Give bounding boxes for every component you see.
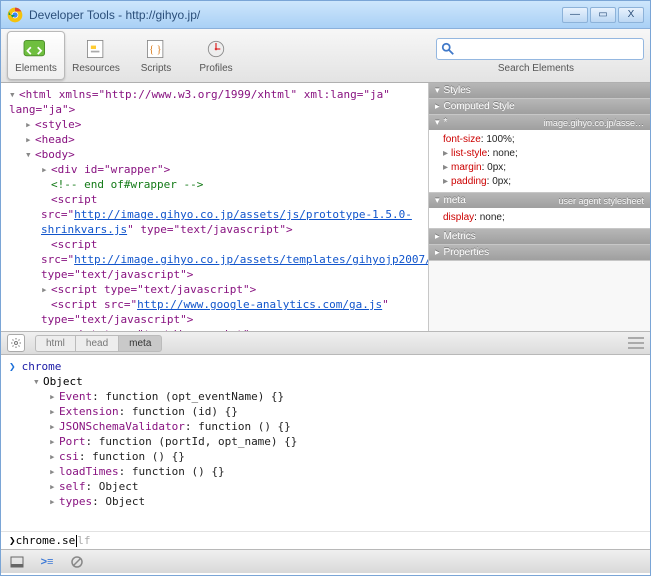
src-link[interactable]: http://www.google-analytics.com/ga.js <box>137 298 382 311</box>
tab-scripts[interactable]: { } Scripts <box>127 31 185 80</box>
dom-node[interactable]: <script type="text/javascript"> <box>51 283 256 296</box>
dom-node[interactable]: <html xmlns="http://www.w3.org/1999/xhtm… <box>9 88 390 116</box>
breadcrumbs: html head meta <box>35 335 162 352</box>
profiles-icon <box>202 37 230 61</box>
console-input-line[interactable]: ❯ chrome.self <box>1 531 650 549</box>
tab-elements[interactable]: Elements <box>7 31 65 80</box>
console-entry[interactable]: types <box>59 494 92 509</box>
tab-resources-label: Resources <box>72 63 120 74</box>
main-panel: ▾<html xmlns="http://www.w3.org/1999/xht… <box>1 83 650 331</box>
window-titlebar: Developer Tools - http://gihyo.jp/ — ▭ X <box>1 1 650 29</box>
tab-elements-label: Elements <box>15 63 57 74</box>
search-label: Search Elements <box>498 63 574 74</box>
scripts-icon: { } <box>142 37 170 61</box>
properties-header[interactable]: ▸Properties <box>429 245 650 260</box>
rule-source[interactable]: image.gihyo.co.jp/asse… <box>543 118 644 128</box>
rule-star-header[interactable]: ▾*image.gihyo.co.jp/asse… <box>429 115 650 130</box>
dom-tree[interactable]: ▾<html xmlns="http://www.w3.org/1999/xht… <box>1 83 428 331</box>
metrics-header[interactable]: ▸Metrics <box>429 229 650 244</box>
styles-panel: ▾Styles ▸Computed Style ▾*image.gihyo.co… <box>428 83 650 331</box>
clear-console-button[interactable] <box>67 554 87 570</box>
search-input[interactable] <box>459 43 639 55</box>
window-controls: — ▭ X <box>562 7 644 23</box>
crumb-meta[interactable]: meta <box>118 335 162 352</box>
dom-node[interactable]: <script type="text/javascript"> <box>51 328 256 331</box>
css-property[interactable]: ▸list-style: none; <box>443 147 644 161</box>
close-button[interactable]: X <box>618 7 644 23</box>
tab-profiles[interactable]: Profiles <box>187 31 245 80</box>
breadcrumb-bar: html head meta <box>1 331 650 355</box>
dock-button[interactable] <box>7 554 27 570</box>
settings-button[interactable] <box>7 334 25 352</box>
console-icon: >≡ <box>41 556 54 568</box>
console-entry[interactable]: loadTimes <box>59 464 119 479</box>
css-property[interactable]: ▸padding: 0px; <box>443 175 644 189</box>
styles-header[interactable]: ▾Styles <box>429 83 650 98</box>
svg-text:{ }: { } <box>149 44 161 55</box>
css-property[interactable]: display: none; <box>443 211 644 225</box>
tab-profiles-label: Profiles <box>199 63 232 74</box>
search-box[interactable] <box>436 38 644 60</box>
clear-icon <box>70 555 84 569</box>
css-property[interactable]: ▸margin: 0px; <box>443 161 644 175</box>
minimize-button[interactable]: — <box>562 7 588 23</box>
console-entry[interactable]: Extension <box>59 404 119 419</box>
console-entry[interactable]: JSONSchemaValidator <box>59 419 185 434</box>
console-toggle-button[interactable]: >≡ <box>37 554 57 570</box>
tab-resources[interactable]: Resources <box>67 31 125 80</box>
elements-icon <box>22 37 50 61</box>
bottom-toolbar: >≡ <box>1 549 650 573</box>
dom-comment: <!-- end of#wrapper --> <box>51 178 203 191</box>
console-entry[interactable]: Object <box>43 374 83 389</box>
resources-icon <box>82 37 110 61</box>
maximize-button[interactable]: ▭ <box>590 7 616 23</box>
crumb-html[interactable]: html <box>35 335 75 352</box>
drawer-menu-icon[interactable] <box>628 337 644 349</box>
gear-icon <box>10 337 22 349</box>
computed-style-header[interactable]: ▸Computed Style <box>429 99 650 114</box>
dock-icon <box>10 556 24 568</box>
css-property[interactable]: font-size: 100%; <box>443 133 644 147</box>
dom-node[interactable]: <style> <box>35 118 81 131</box>
console-input-typed[interactable]: chrome.se <box>16 534 76 547</box>
console-prompt-icon: ❯ <box>9 359 16 374</box>
console-entry[interactable]: chrome <box>22 359 62 374</box>
console-output[interactable]: ❯chrome ▾Object ▸Event: function (opt_ev… <box>1 355 650 531</box>
rule-meta-header[interactable]: ▾metauser agent stylesheet <box>429 193 650 208</box>
console-entry[interactable]: self <box>59 479 86 494</box>
window-title: Developer Tools - http://gihyo.jp/ <box>29 8 562 22</box>
chrome-icon <box>7 7 23 23</box>
crumb-head[interactable]: head <box>75 335 118 352</box>
dom-node[interactable]: <script src=" <box>51 298 137 311</box>
dom-node[interactable]: <body> <box>35 148 75 161</box>
main-toolbar: Elements Resources { } Scripts Profiles … <box>1 29 650 83</box>
console-prompt-icon: ❯ <box>9 534 16 547</box>
tab-scripts-label: Scripts <box>141 63 172 74</box>
console-input-hint: lf <box>77 534 90 547</box>
dom-node[interactable]: <head> <box>35 133 75 146</box>
search-icon <box>441 42 455 56</box>
rule-source: user agent stylesheet <box>558 196 644 206</box>
dom-node[interactable]: <div id="wrapper"> <box>51 163 170 176</box>
console-entry[interactable]: Event <box>59 389 92 404</box>
console-entry[interactable]: csi <box>59 449 79 464</box>
console-entry[interactable]: Port <box>59 434 86 449</box>
src-link[interactable]: http://image.gihyo.co.jp/assets/template… <box>74 253 428 266</box>
